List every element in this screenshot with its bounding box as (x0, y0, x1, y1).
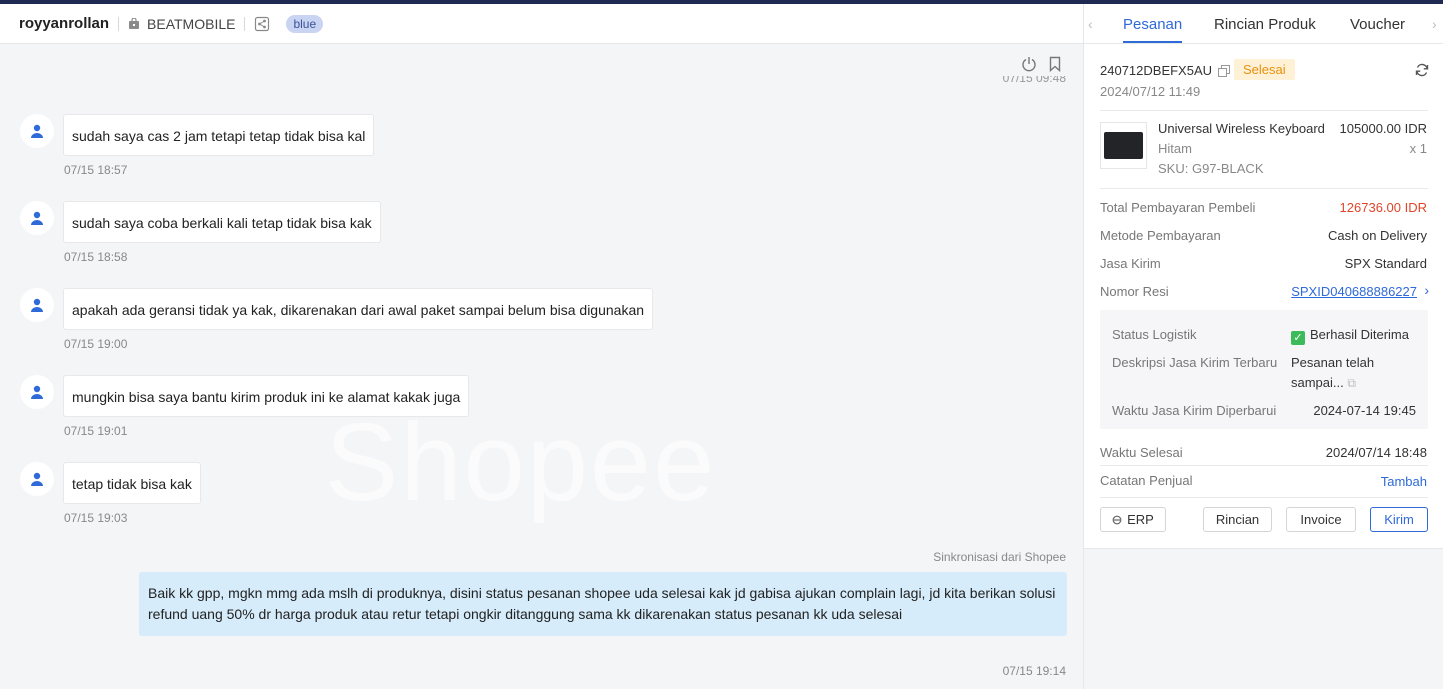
logistics-status-value: ✓ Berhasil Diterima (1291, 327, 1409, 345)
erp-button-label: ERP (1127, 512, 1154, 527)
total-payment-value: 126736.00 IDR (1339, 200, 1427, 215)
previous-message-time: 07/15 09:48 (1002, 76, 1066, 85)
chat-area: royyanrollan BEATMOBILE blue 07/15 09:48… (0, 4, 1083, 689)
erp-button[interactable]: ERP (1100, 507, 1166, 532)
user-icon (31, 298, 43, 312)
message-time: 07/15 19:14 (1002, 664, 1066, 678)
refresh-icon[interactable] (1415, 63, 1429, 77)
shop-bag-icon (129, 17, 140, 29)
order-status-badge: Selesai (1234, 59, 1295, 80)
message-time: 07/15 18:58 (64, 250, 128, 264)
message-bubble: mungkin bisa saya bantu kirim produk ini… (63, 375, 470, 417)
message-bubble: sudah saya coba berkali kali tetap tidak… (63, 201, 381, 243)
keyboard-thumbnail (1104, 132, 1143, 159)
courier-updated-label: Waktu Jasa Kirim Diperbarui (1112, 403, 1277, 418)
panel-empty-area (1084, 548, 1443, 689)
logistics-status-text: Berhasil Diterima (1310, 327, 1409, 342)
tab-voucher[interactable]: Voucher (1350, 16, 1405, 33)
chat-header: royyanrollan BEATMOBILE blue (0, 4, 1083, 44)
order-id-row: 240712DBEFX5AU (1100, 63, 1231, 78)
avatar[interactable] (20, 114, 54, 148)
send-button[interactable]: Kirim (1370, 507, 1428, 532)
bookmark-icon[interactable] (1047, 56, 1063, 72)
avatar[interactable] (20, 375, 54, 409)
tabs-next-icon[interactable]: › (1432, 16, 1437, 32)
logistics-status-label: Status Logistik (1112, 327, 1197, 342)
tabs-prev-icon[interactable]: ‹ (1088, 16, 1093, 32)
product-name[interactable]: Universal Wireless Keyboard (1158, 121, 1330, 136)
panel-tabs: ‹ Pesanan Rincian Produk Voucher › (1084, 4, 1443, 44)
product-variant: Hitam (1158, 141, 1192, 156)
avatar[interactable] (20, 462, 54, 496)
divider (1100, 110, 1428, 111)
shop-label: BEATMOBILE (128, 16, 235, 32)
erp-icon (1112, 515, 1122, 524)
invoice-button[interactable]: Invoice (1286, 507, 1356, 532)
tracking-number-link[interactable]: SPXID040688886227 (1291, 284, 1417, 299)
sync-label: Sinkronisasi dari Shopee (933, 550, 1066, 564)
message-time: 07/15 19:00 (64, 337, 128, 351)
divider (1100, 188, 1428, 189)
user-icon (31, 472, 43, 486)
user-icon (31, 211, 43, 225)
detail-button[interactable]: Rincian (1203, 507, 1272, 532)
check-icon: ✓ (1291, 331, 1305, 345)
shopee-watermark: Shopee (325, 401, 717, 524)
courier-label: Jasa Kirim (1100, 256, 1161, 271)
tracking-number-label: Nomor Resi (1100, 284, 1169, 299)
courier-desc-text: sampai... (1291, 375, 1344, 390)
divider (1100, 465, 1428, 466)
product-sku: SKU: G97-BLACK (1158, 161, 1264, 176)
courier-desc-label: Deskripsi Jasa Kirim Terbaru (1112, 355, 1278, 370)
courier-value: SPX Standard (1344, 256, 1427, 271)
product-image[interactable] (1100, 122, 1147, 169)
message-time: 07/15 19:01 (64, 424, 128, 438)
order-panel: ‹ Pesanan Rincian Produk Voucher › 24071… (1083, 4, 1443, 689)
payment-method-value: Cash on Delivery (1328, 228, 1427, 243)
avatar[interactable] (20, 288, 54, 322)
divider (118, 16, 120, 31)
finish-time-label: Waktu Selesai (1100, 445, 1183, 460)
avatar[interactable] (20, 201, 54, 235)
message-time: 07/15 19:03 (64, 511, 128, 525)
add-note-link[interactable]: Tambah (1381, 474, 1427, 489)
product-quantity: x 1 (1409, 141, 1427, 156)
order-date: 2024/07/12 11:49 (1100, 84, 1201, 99)
finish-time-value: 2024/07/14 18:48 (1325, 445, 1427, 460)
shop-name: BEATMOBILE (147, 15, 236, 32)
buyer-tag[interactable]: blue (286, 14, 324, 33)
order-id: 240712DBEFX5AU (1100, 63, 1213, 78)
chat-tools (1021, 56, 1063, 72)
message-bubble: apakah ada geransi tidak ya kak, dikaren… (63, 288, 654, 330)
product-price: 105000.00 IDR (1339, 121, 1427, 136)
message-bubble: tetap tidak bisa kak (63, 462, 201, 504)
payment-method-label: Metode Pembayaran (1100, 228, 1221, 243)
courier-desc-value: Pesanan telah (1291, 355, 1375, 370)
courier-updated-value: 2024-07-14 19:45 (1313, 403, 1416, 418)
power-icon[interactable] (1021, 56, 1037, 72)
buyer-username[interactable]: royyanrollan (19, 15, 109, 32)
tab-rincian-produk[interactable]: Rincian Produk (1214, 16, 1316, 33)
seller-note-label: Catatan Penjual (1100, 473, 1193, 488)
message-time: 07/15 18:57 (64, 163, 128, 177)
message-bubble: sudah saya cas 2 jam tetapi tetap tidak … (63, 114, 375, 156)
logistics-box: Status Logistik ✓ Berhasil Diterima Deskr… (1100, 310, 1428, 429)
copy-icon[interactable] (1218, 64, 1231, 77)
divider (1100, 497, 1428, 498)
translate-icon[interactable]: ⧉ (1347, 376, 1356, 390)
user-icon (31, 385, 43, 399)
tab-pesanan[interactable]: Pesanan (1123, 16, 1182, 33)
active-tab-indicator (1123, 41, 1182, 43)
divider (244, 16, 246, 31)
chevron-right-icon[interactable]: › (1424, 282, 1429, 298)
outgoing-message-bubble: Baik kk gpp, mgkn mmg ada mslh di produk… (139, 572, 1067, 636)
courier-desc-value-2: sampai... ⧉ (1291, 375, 1356, 391)
user-icon (31, 124, 43, 138)
share-icon[interactable] (254, 16, 270, 32)
total-payment-label: Total Pembayaran Pembeli (1100, 200, 1256, 215)
